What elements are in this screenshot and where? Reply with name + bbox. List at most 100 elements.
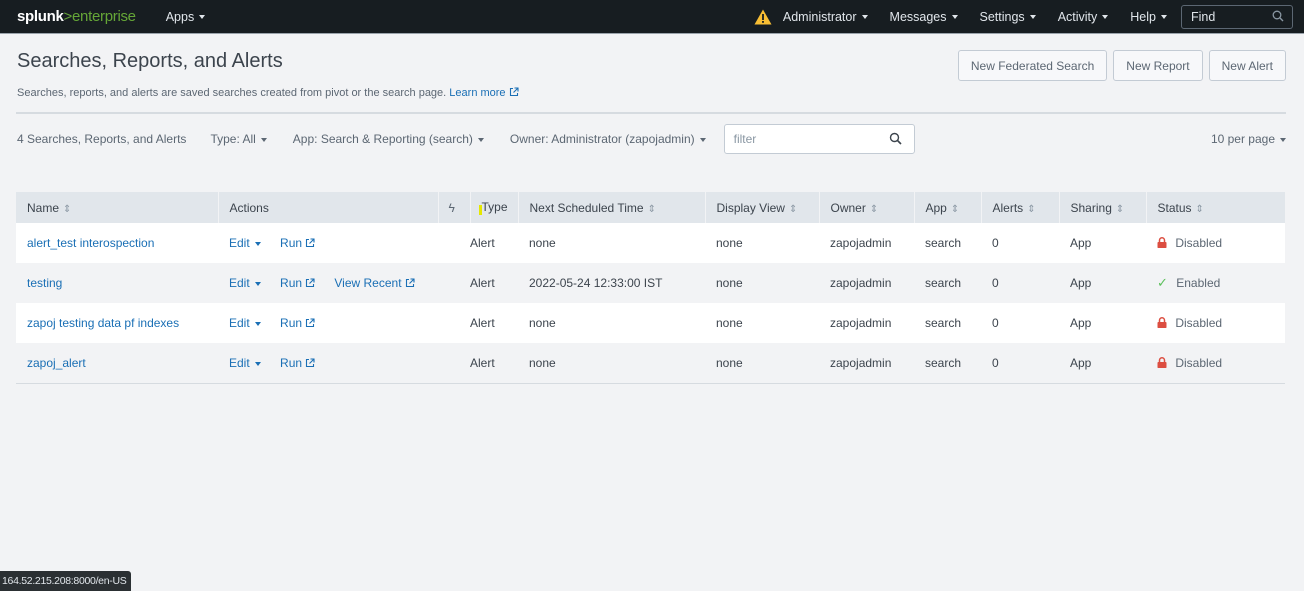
type-cell: Alert — [470, 316, 495, 330]
edit-action-dropdown[interactable]: Edit — [229, 316, 261, 330]
external-link-icon — [305, 278, 315, 288]
edit-label: Edit — [229, 316, 250, 330]
type-cell: Alert — [470, 276, 495, 290]
column-header-actions: Actions — [218, 192, 439, 223]
chevron-down-icon — [254, 281, 261, 286]
column-display-view-label: Display View — [716, 200, 785, 215]
column-header-next-scheduled[interactable]: Next Scheduled Time ⇕ — [518, 192, 706, 223]
lightning-cell — [438, 263, 470, 303]
next-scheduled-cell: none — [529, 355, 556, 370]
saved-search-name-link[interactable]: zapoj_alert — [27, 356, 86, 370]
edit-label: Edit — [229, 236, 250, 250]
run-action-link[interactable]: Run — [280, 276, 315, 290]
page-header: Searches, Reports, and Alerts Searches, … — [0, 34, 1304, 100]
type-filter-dropdown[interactable]: Type: All — [210, 132, 267, 146]
edit-action-dropdown[interactable]: Edit — [229, 356, 261, 370]
owner-filter-dropdown[interactable]: Owner: Administrator (zapojadmin) — [510, 132, 706, 146]
column-header-type[interactable]: Type — [470, 192, 519, 223]
edit-action-dropdown[interactable]: Edit — [229, 276, 261, 290]
column-owner-label: Owner — [830, 200, 866, 215]
sort-icon: ⇕ — [869, 203, 879, 215]
page-description: Searches, reports, and alerts are saved … — [17, 87, 519, 99]
status-cell: Disabled — [1146, 303, 1285, 343]
run-label: Run — [280, 276, 303, 290]
warning-icon[interactable] — [754, 9, 772, 25]
column-header-sharing[interactable]: Sharing ⇕ — [1059, 192, 1147, 223]
view-recent-link[interactable]: View Recent — [334, 276, 415, 290]
filter-bar: 4 Searches, Reports, and Alerts Type: Al… — [17, 124, 1286, 154]
column-header-status[interactable]: Status ⇕ — [1146, 192, 1285, 223]
display-view-cell: none — [716, 276, 743, 290]
sharing-cell: App — [1070, 316, 1092, 330]
edit-action-dropdown[interactable]: Edit — [229, 236, 261, 250]
saved-search-name-link[interactable]: alert_test interospection — [27, 236, 154, 250]
saved-search-name-link[interactable]: testing — [27, 276, 62, 290]
display-view-cell: none — [716, 236, 743, 250]
column-header-owner[interactable]: Owner ⇕ — [819, 192, 915, 223]
menu-activity[interactable]: Activity — [1058, 10, 1109, 24]
status-bar-url: 164.52.215.208:8000/en-US — [0, 571, 132, 591]
sort-icon: ⇕ — [788, 203, 798, 215]
per-page-label: 10 per page — [1210, 132, 1275, 146]
chevron-down-icon — [254, 361, 261, 366]
run-action-link[interactable]: Run — [280, 356, 315, 370]
splunk-logo[interactable]: splunk > enterprise — [17, 8, 136, 25]
external-link-icon — [305, 318, 315, 328]
chevron-down-icon — [477, 137, 484, 142]
menu-settings[interactable]: Settings — [980, 10, 1036, 24]
column-status-label: Status — [1157, 200, 1192, 215]
next-scheduled-cell: none — [529, 316, 556, 330]
menu-administrator[interactable]: Administrator — [783, 10, 868, 24]
apps-menu[interactable]: Apps — [166, 10, 206, 24]
chevron-down-icon — [1161, 15, 1167, 19]
app-filter-dropdown[interactable]: App: Search & Reporting (search) — [293, 132, 484, 146]
external-link-icon — [405, 278, 415, 288]
lightning-cell — [438, 303, 470, 343]
alerts-cell: 0 — [992, 236, 999, 250]
app-cell: search — [925, 316, 962, 330]
status-cell: Disabled — [1146, 223, 1285, 263]
table-row: alert_test interospection Edit Run Alert… — [16, 223, 1285, 263]
column-header-name[interactable]: Name ⇕ — [16, 192, 219, 223]
run-action-link[interactable]: Run — [280, 236, 315, 250]
column-app-label: App — [925, 200, 947, 215]
table-row: testing Edit Run View Recent Alert 2022-… — [16, 263, 1285, 303]
owner-cell: zapojadmin — [830, 236, 892, 250]
display-view-cell: none — [716, 316, 743, 330]
lock-icon — [1157, 356, 1167, 368]
new-report-button[interactable]: New Report — [1113, 50, 1203, 81]
column-header-display-view[interactable]: Display View ⇕ — [705, 192, 820, 223]
menu-activity-label: Activity — [1057, 10, 1098, 24]
lock-icon — [1157, 317, 1167, 328]
header-divider — [16, 112, 1286, 114]
find-input[interactable]: Find — [1181, 5, 1293, 29]
alerts-cell: 0 — [992, 355, 999, 370]
learn-more-link[interactable]: Learn more — [449, 87, 519, 99]
column-header-alerts[interactable]: Alerts ⇕ — [981, 192, 1060, 223]
lightning-icon: ϟ — [448, 200, 455, 215]
chevron-down-icon — [1102, 15, 1109, 19]
menu-messages[interactable]: Messages — [890, 10, 958, 24]
run-label: Run — [280, 355, 303, 370]
run-label: Run — [280, 316, 303, 330]
search-icon[interactable] — [889, 132, 902, 145]
checkmark-icon: ✓ — [1157, 275, 1168, 290]
status-badge: Disabled — [1175, 236, 1223, 250]
menu-messages-label: Messages — [889, 10, 947, 24]
per-page-dropdown[interactable]: 10 per page — [1211, 132, 1286, 146]
lock-icon — [1157, 237, 1167, 248]
menu-help[interactable]: Help — [1130, 10, 1167, 24]
owner-cell: zapojadmin — [830, 316, 892, 330]
column-header-app[interactable]: App ⇕ — [914, 192, 982, 223]
saved-search-name-link[interactable]: zapoj testing data pf indexes — [27, 316, 179, 330]
new-alert-button[interactable]: New Alert — [1208, 50, 1286, 81]
search-icon[interactable] — [1272, 10, 1284, 22]
sharing-cell: App — [1070, 355, 1092, 370]
run-action-link[interactable]: Run — [280, 316, 315, 330]
filter-input[interactable]: filter — [723, 124, 915, 154]
sharing-cell: App — [1070, 236, 1092, 250]
owner-cell: zapojadmin — [830, 355, 892, 370]
chevron-down-icon — [861, 15, 868, 19]
status-badge: Disabled — [1175, 316, 1223, 330]
new-federated-search-button[interactable]: New Federated Search — [957, 50, 1108, 81]
